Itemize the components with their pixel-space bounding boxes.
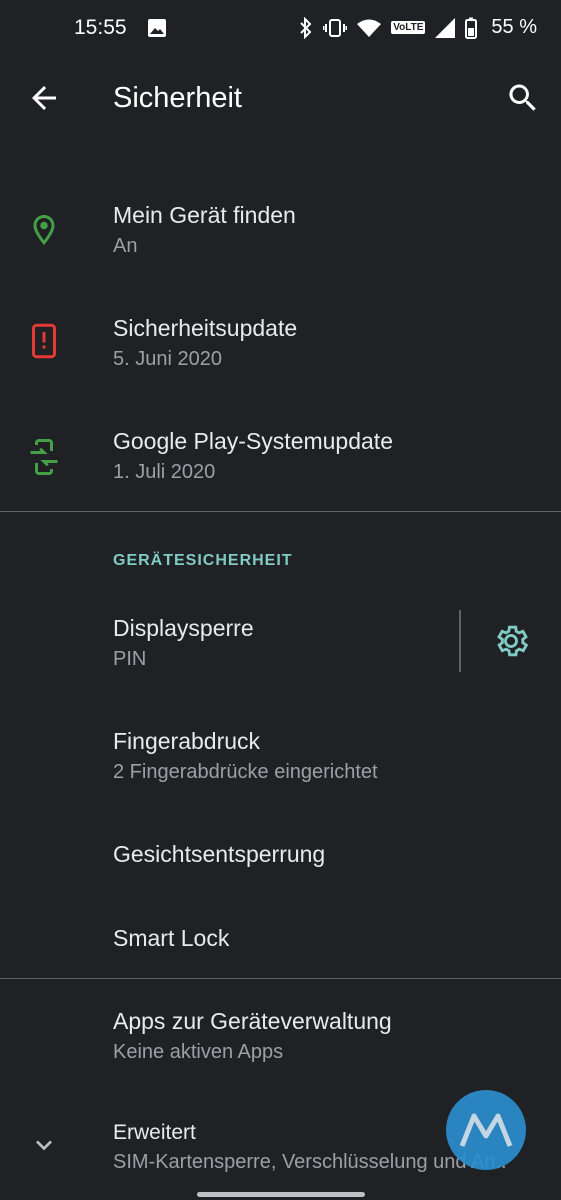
page-title: Sicherheit <box>113 82 242 114</box>
gear-icon <box>497 625 529 657</box>
item-summary: SIM-Kartensperre, Verschlüsselung und An… <box>113 1151 507 1173</box>
item-title: Displaysperre <box>113 615 254 641</box>
watermark-logo <box>446 1090 526 1170</box>
item-play-system-update[interactable]: Google Play-Systemupdate 1. Juli 2020 <box>0 411 561 511</box>
item-summary: PIN <box>113 648 147 670</box>
signal-icon <box>435 17 456 38</box>
logo-icon <box>459 1113 513 1147</box>
section-divider <box>0 511 561 512</box>
item-title: Gesichtsentsperrung <box>113 841 326 867</box>
vibrate-icon <box>323 18 348 37</box>
item-title: Apps zur Geräteverwaltung <box>113 1008 392 1034</box>
battery-icon <box>465 17 478 39</box>
vertical-divider <box>459 610 461 672</box>
back-button[interactable] <box>26 80 62 116</box>
item-title: Sicherheitsupdate <box>113 315 298 341</box>
item-title: Erweitert <box>113 1121 196 1144</box>
item-title: Google Play-Systemupdate <box>113 428 393 454</box>
item-title: Smart Lock <box>113 925 230 951</box>
screen-lock-settings-button[interactable] <box>492 622 530 660</box>
item-screen-lock[interactable]: Displaysperre PIN <box>0 598 455 688</box>
item-smart-lock[interactable]: Smart Lock <box>0 908 561 978</box>
gallery-icon <box>148 19 166 37</box>
bluetooth-icon <box>300 16 312 39</box>
item-summary: 1. Juli 2020 <box>113 461 216 483</box>
item-title: Fingerabdruck <box>113 728 261 754</box>
item-summary: 2 Fingerabdrücke eingerichtet <box>113 761 378 783</box>
status-time: 15:55 <box>74 16 127 39</box>
gesture-nav-handle[interactable] <box>197 1192 365 1197</box>
item-summary: 5. Juni 2020 <box>113 348 222 370</box>
arrow-back-icon <box>32 86 56 110</box>
item-summary: An <box>113 235 138 257</box>
phone-update-icon <box>30 439 58 475</box>
section-divider <box>0 978 561 979</box>
item-face-unlock[interactable]: Gesichtsentsperrung <box>0 824 561 904</box>
section-header-device-security: GERÄTESICHERHEIT <box>113 552 293 569</box>
app-bar: Sicherheit <box>0 62 561 138</box>
item-summary: Keine aktiven Apps <box>113 1041 284 1063</box>
phone-alert-icon <box>32 323 56 359</box>
chevron-down-icon <box>36 1140 52 1151</box>
item-title: Mein Gerät finden <box>113 202 296 228</box>
battery-percentage: 55 % <box>491 16 537 38</box>
status-bar: 15:55 VoLTE 55 % <box>0 0 561 58</box>
item-fingerprint[interactable]: Fingerabdruck 2 Fingerabdrücke eingerich… <box>0 711 561 811</box>
item-find-my-device[interactable]: Mein Gerät finden An <box>0 185 561 285</box>
search-button[interactable] <box>505 80 541 116</box>
status-icons: VoLTE 55 % <box>299 16 537 39</box>
search-icon <box>509 84 536 111</box>
item-security-update[interactable]: Sicherheitsupdate 5. Juni 2020 <box>0 298 561 398</box>
wifi-icon <box>357 19 382 37</box>
item-device-admin-apps[interactable]: Apps zur Geräteverwaltung Keine aktiven … <box>0 991 561 1091</box>
volte-badge: VoLTE <box>391 21 426 34</box>
location-pin-icon <box>33 215 55 245</box>
